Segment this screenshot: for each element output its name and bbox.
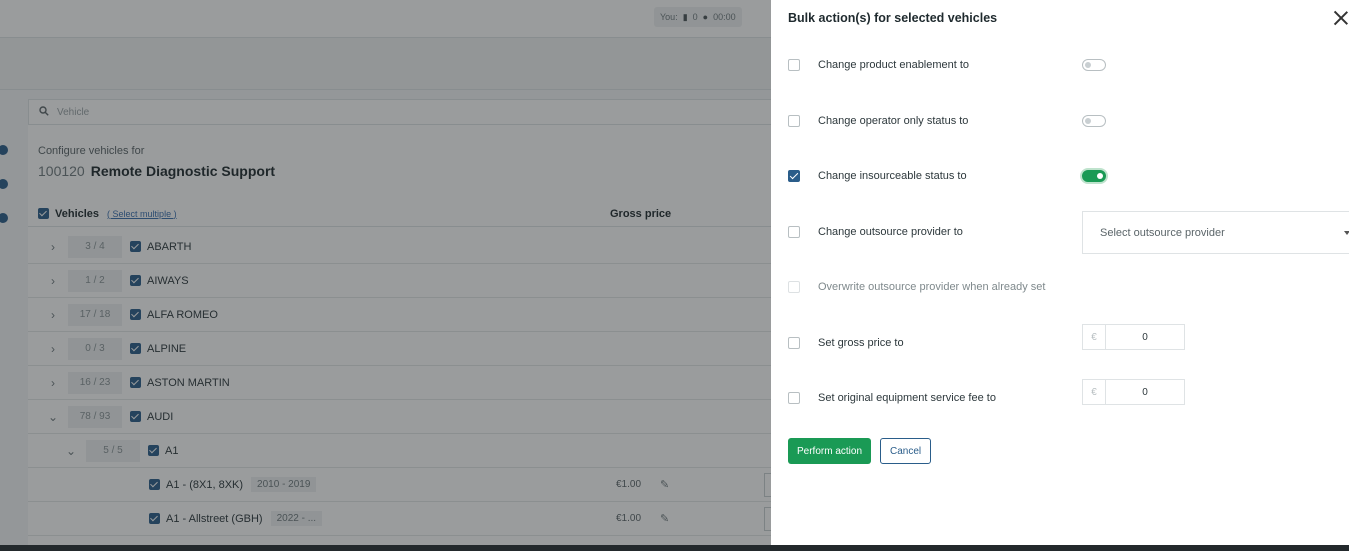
option-label: Overwrite outsource provider when alread… [818,281,1046,293]
close-icon[interactable] [1332,9,1349,27]
oe-service-fee-field[interactable]: € 0 [1082,379,1185,405]
caret-down-icon [1344,231,1349,235]
operator-only-checkbox[interactable] [788,115,800,127]
option-label: Change product enablement to [818,59,970,71]
product-enablement-toggle[interactable] [1082,59,1106,71]
insourceable-checkbox[interactable] [788,170,800,182]
outsource-provider-checkbox[interactable] [788,226,800,238]
bulk-action-panel: Bulk action(s) for selected vehicles Cha… [771,0,1349,545]
modal-backdrop[interactable] [0,0,771,551]
option-insourceable: Change insourceable status to [788,165,1348,187]
option-outsource-provider: Change outsource provider to Select outs… [788,211,1349,254]
oe-service-fee-checkbox[interactable] [788,392,800,404]
operator-only-toggle[interactable] [1082,115,1106,127]
product-enablement-checkbox[interactable] [788,59,800,71]
currency-symbol: € [1083,380,1106,404]
insourceable-toggle[interactable] [1082,170,1106,182]
option-overwrite-provider: Overwrite outsource provider when alread… [788,276,1348,298]
currency-symbol: € [1083,325,1106,349]
option-label: Change operator only status to [818,115,969,127]
gross-price-value[interactable]: 0 [1106,325,1184,349]
panel-title: Bulk action(s) for selected vehicles [788,11,998,25]
option-label: Set gross price to [818,337,904,349]
option-oe-service-fee: Set original equipment service fee to € … [788,379,1348,409]
option-label: Change outsource provider to [818,226,963,238]
option-product-enablement: Change product enablement to [788,54,1348,76]
oe-service-fee-value[interactable]: 0 [1106,380,1184,404]
cancel-button[interactable]: Cancel [880,438,932,464]
select-placeholder: Select outsource provider [1100,226,1225,239]
option-label: Change insourceable status to [818,170,967,182]
option-operator-only: Change operator only status to [788,110,1348,132]
gross-price-field[interactable]: € 0 [1082,324,1185,350]
outsource-provider-select[interactable]: Select outsource provider [1082,211,1349,254]
bottom-bar [0,545,1349,551]
option-label: Set original equipment service fee to [818,392,996,404]
option-gross-price: Set gross price to € 0 [788,324,1348,354]
perform-action-button[interactable]: Perform action [788,438,872,464]
overwrite-provider-checkbox[interactable] [788,281,800,293]
gross-price-checkbox[interactable] [788,337,800,349]
